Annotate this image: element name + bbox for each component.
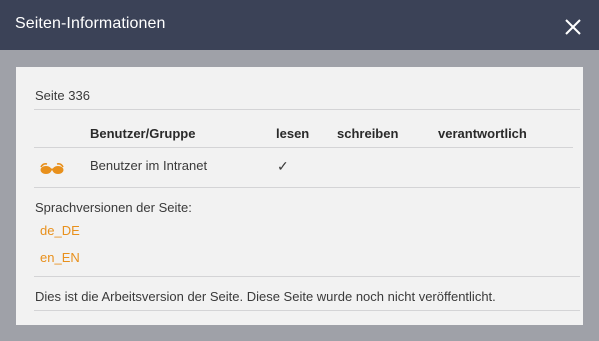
divider [34, 276, 580, 277]
page-info-dialog: Seiten-Informationen Seite 336 Benutzer/… [0, 0, 599, 341]
column-header-user-group: Benutzer/Gruppe [90, 126, 196, 141]
info-panel: Seite 336 Benutzer/Gruppe lesen schreibe… [16, 67, 583, 325]
glasses-icon [39, 162, 65, 176]
page-label: Seite 336 [35, 88, 90, 103]
column-header-responsible: verantwortlich [438, 126, 527, 141]
column-header-read: lesen [276, 126, 310, 141]
language-link-de[interactable]: de_DE [40, 223, 80, 238]
user-group-name: Benutzer im Intranet [90, 158, 208, 173]
language-link-en[interactable]: en_EN [40, 250, 80, 265]
divider [34, 109, 580, 110]
divider [34, 310, 580, 311]
dialog-titlebar: Seiten-Informationen [0, 0, 599, 50]
close-icon[interactable] [563, 17, 583, 37]
language-versions-label: Sprachversionen der Seite: [35, 200, 192, 215]
column-header-write: schreiben [337, 126, 399, 141]
publication-status-text: Dies ist die Arbeitsversion der Seite. D… [35, 289, 496, 304]
divider [34, 187, 580, 188]
read-check: ✓ [277, 158, 289, 174]
table-header-divider [34, 147, 573, 148]
dialog-title: Seiten-Informationen [15, 15, 166, 32]
